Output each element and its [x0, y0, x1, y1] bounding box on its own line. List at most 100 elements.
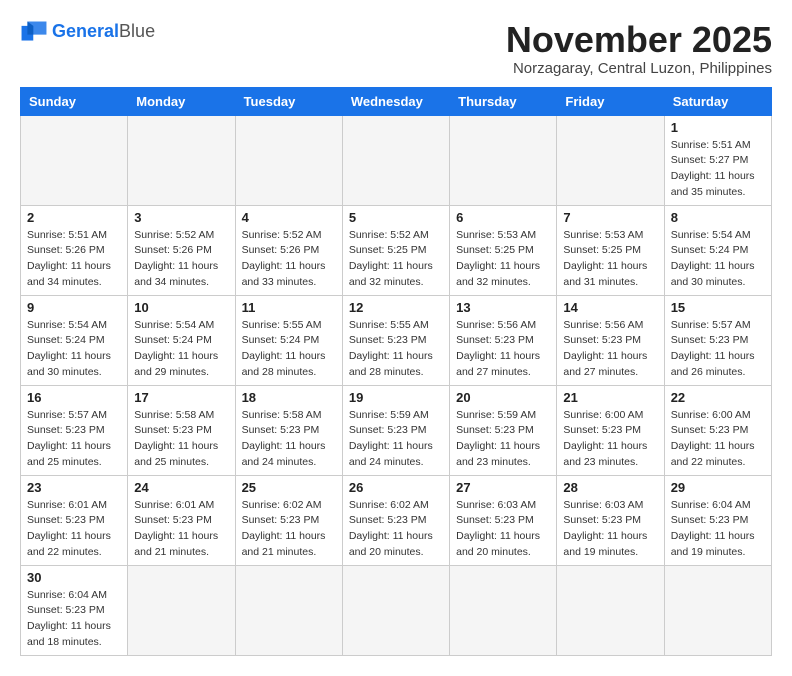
day-info: Sunrise: 6:03 AM Sunset: 5:23 PM Dayligh…: [563, 498, 657, 561]
calendar-cell: [450, 115, 557, 205]
day-number: 11: [242, 300, 336, 315]
day-info: Sunrise: 6:00 AM Sunset: 5:23 PM Dayligh…: [563, 408, 657, 471]
weekday-header-tuesday: Tuesday: [235, 87, 342, 115]
location-subtitle: Norzagaray, Central Luzon, Philippines: [506, 60, 772, 77]
calendar-cell: [450, 565, 557, 655]
calendar-cell: 4 Sunrise: 5:52 AM Sunset: 5:26 PM Daylig…: [235, 205, 342, 295]
calendar-cell: [235, 565, 342, 655]
day-number: 3: [134, 210, 228, 225]
day-number: 22: [671, 390, 765, 405]
day-info: Sunrise: 5:57 AM Sunset: 5:23 PM Dayligh…: [27, 408, 121, 471]
day-number: 29: [671, 480, 765, 495]
day-number: 10: [134, 300, 228, 315]
logo-wordmark: GeneralBlue: [52, 22, 155, 40]
calendar-cell: 3 Sunrise: 5:52 AM Sunset: 5:26 PM Daylig…: [128, 205, 235, 295]
weekday-header-monday: Monday: [128, 87, 235, 115]
calendar-cell: 7 Sunrise: 5:53 AM Sunset: 5:25 PM Daylig…: [557, 205, 664, 295]
day-info: Sunrise: 5:51 AM Sunset: 5:26 PM Dayligh…: [27, 228, 121, 291]
day-info: Sunrise: 6:02 AM Sunset: 5:23 PM Dayligh…: [349, 498, 443, 561]
day-number: 30: [27, 570, 121, 585]
day-number: 20: [456, 390, 550, 405]
calendar-cell: 13 Sunrise: 5:56 AM Sunset: 5:23 PM Dayli…: [450, 295, 557, 385]
calendar-week-row: 16 Sunrise: 5:57 AM Sunset: 5:23 PM Dayli…: [21, 385, 772, 475]
weekday-header-saturday: Saturday: [664, 87, 771, 115]
calendar-week-row: 2 Sunrise: 5:51 AM Sunset: 5:26 PM Daylig…: [21, 205, 772, 295]
weekday-header-row: SundayMondayTuesdayWednesdayThursdayFrid…: [21, 87, 772, 115]
weekday-header-thursday: Thursday: [450, 87, 557, 115]
day-number: 26: [349, 480, 443, 495]
calendar-cell: [557, 115, 664, 205]
calendar-cell: 29 Sunrise: 6:04 AM Sunset: 5:23 PM Dayli…: [664, 475, 771, 565]
day-number: 18: [242, 390, 336, 405]
day-info: Sunrise: 6:03 AM Sunset: 5:23 PM Dayligh…: [456, 498, 550, 561]
day-info: Sunrise: 5:53 AM Sunset: 5:25 PM Dayligh…: [563, 228, 657, 291]
calendar-cell: [21, 115, 128, 205]
day-info: Sunrise: 5:55 AM Sunset: 5:24 PM Dayligh…: [242, 318, 336, 381]
day-info: Sunrise: 5:57 AM Sunset: 5:23 PM Dayligh…: [671, 318, 765, 381]
page-header: GeneralBlue November 2025 Norzagaray, Ce…: [20, 20, 772, 77]
day-info: Sunrise: 5:56 AM Sunset: 5:23 PM Dayligh…: [563, 318, 657, 381]
calendar-cell: 19Sunrise: 5:59 AM Sunset: 5:23 PM Dayli…: [342, 385, 449, 475]
day-number: 25: [242, 480, 336, 495]
calendar-cell: 9Sunrise: 5:54 AM Sunset: 5:24 PM Daylig…: [21, 295, 128, 385]
calendar-cell: 20 Sunrise: 5:59 AM Sunset: 5:23 PM Dayli…: [450, 385, 557, 475]
calendar-cell: 28Sunrise: 6:03 AM Sunset: 5:23 PM Dayli…: [557, 475, 664, 565]
day-number: 21: [563, 390, 657, 405]
calendar-cell: [342, 115, 449, 205]
calendar-cell: 26 Sunrise: 6:02 AM Sunset: 5:23 PM Dayli…: [342, 475, 449, 565]
day-number: 8: [671, 210, 765, 225]
day-number: 17: [134, 390, 228, 405]
day-info: Sunrise: 5:52 AM Sunset: 5:26 PM Dayligh…: [242, 228, 336, 291]
day-info: Sunrise: 5:51 AM Sunset: 5:27 PM Dayligh…: [671, 138, 765, 201]
day-info: Sunrise: 5:59 AM Sunset: 5:23 PM Dayligh…: [456, 408, 550, 471]
day-number: 2: [27, 210, 121, 225]
calendar-week-row: 9 Sunrise: 5:54 AM Sunset: 5:24 PM Daylig…: [21, 295, 772, 385]
day-info: Sunrise: 6:01 AM Sunset: 5:23 PM Dayligh…: [134, 498, 228, 561]
calendar-header: SundayMondayTuesdayWednesdayThursdayFrid…: [21, 87, 772, 115]
logo: GeneralBlue: [20, 20, 155, 42]
day-number: 12: [349, 300, 443, 315]
day-number: 16: [27, 390, 121, 405]
calendar-week-row: 30Sunrise: 6:04 AM Sunset: 5:23 PM Dayli…: [21, 565, 772, 655]
day-info: Sunrise: 6:04 AM Sunset: 5:23 PM Dayligh…: [671, 498, 765, 561]
day-info: Sunrise: 5:58 AM Sunset: 5:23 PM Dayligh…: [134, 408, 228, 471]
calendar-cell: 8Sunrise: 5:54 AM Sunset: 5:24 PM Daylig…: [664, 205, 771, 295]
calendar-cell: 21 Sunrise: 6:00 AM Sunset: 5:23 PM Dayli…: [557, 385, 664, 475]
calendar-cell: 27Sunrise: 6:03 AM Sunset: 5:23 PM Dayli…: [450, 475, 557, 565]
day-info: Sunrise: 5:56 AM Sunset: 5:23 PM Dayligh…: [456, 318, 550, 381]
calendar-cell: 18 Sunrise: 5:58 AM Sunset: 5:23 PM Dayli…: [235, 385, 342, 475]
calendar-cell: [128, 115, 235, 205]
day-number: 13: [456, 300, 550, 315]
day-info: Sunrise: 6:02 AM Sunset: 5:23 PM Dayligh…: [242, 498, 336, 561]
calendar-cell: [557, 565, 664, 655]
day-info: Sunrise: 6:00 AM Sunset: 5:23 PM Dayligh…: [671, 408, 765, 471]
day-number: 15: [671, 300, 765, 315]
weekday-header-wednesday: Wednesday: [342, 87, 449, 115]
day-number: 14: [563, 300, 657, 315]
calendar-cell: [235, 115, 342, 205]
calendar-cell: 1Sunrise: 5:51 AM Sunset: 5:27 PM Daylig…: [664, 115, 771, 205]
calendar-cell: 24Sunrise: 6:01 AM Sunset: 5:23 PM Dayli…: [128, 475, 235, 565]
day-info: Sunrise: 5:53 AM Sunset: 5:25 PM Dayligh…: [456, 228, 550, 291]
calendar-cell: 5Sunrise: 5:52 AM Sunset: 5:25 PM Daylig…: [342, 205, 449, 295]
calendar-cell: 17 Sunrise: 5:58 AM Sunset: 5:23 PM Dayli…: [128, 385, 235, 475]
calendar-cell: 30Sunrise: 6:04 AM Sunset: 5:23 PM Dayli…: [21, 565, 128, 655]
calendar-cell: 16 Sunrise: 5:57 AM Sunset: 5:23 PM Dayli…: [21, 385, 128, 475]
calendar-cell: [342, 565, 449, 655]
calendar-cell: 11 Sunrise: 5:55 AM Sunset: 5:24 PM Dayli…: [235, 295, 342, 385]
day-info: Sunrise: 6:01 AM Sunset: 5:23 PM Dayligh…: [27, 498, 121, 561]
day-number: 4: [242, 210, 336, 225]
day-info: Sunrise: 5:52 AM Sunset: 5:26 PM Dayligh…: [134, 228, 228, 291]
day-info: Sunrise: 5:52 AM Sunset: 5:25 PM Dayligh…: [349, 228, 443, 291]
calendar-cell: 6Sunrise: 5:53 AM Sunset: 5:25 PM Daylig…: [450, 205, 557, 295]
day-info: Sunrise: 5:54 AM Sunset: 5:24 PM Dayligh…: [134, 318, 228, 381]
day-number: 9: [27, 300, 121, 315]
day-info: Sunrise: 5:58 AM Sunset: 5:23 PM Dayligh…: [242, 408, 336, 471]
calendar-table: SundayMondayTuesdayWednesdayThursdayFrid…: [20, 87, 772, 656]
logo-text: GeneralBlue: [52, 22, 155, 40]
weekday-header-friday: Friday: [557, 87, 664, 115]
day-number: 7: [563, 210, 657, 225]
calendar-cell: 2 Sunrise: 5:51 AM Sunset: 5:26 PM Daylig…: [21, 205, 128, 295]
day-info: Sunrise: 5:55 AM Sunset: 5:23 PM Dayligh…: [349, 318, 443, 381]
calendar-cell: [128, 565, 235, 655]
